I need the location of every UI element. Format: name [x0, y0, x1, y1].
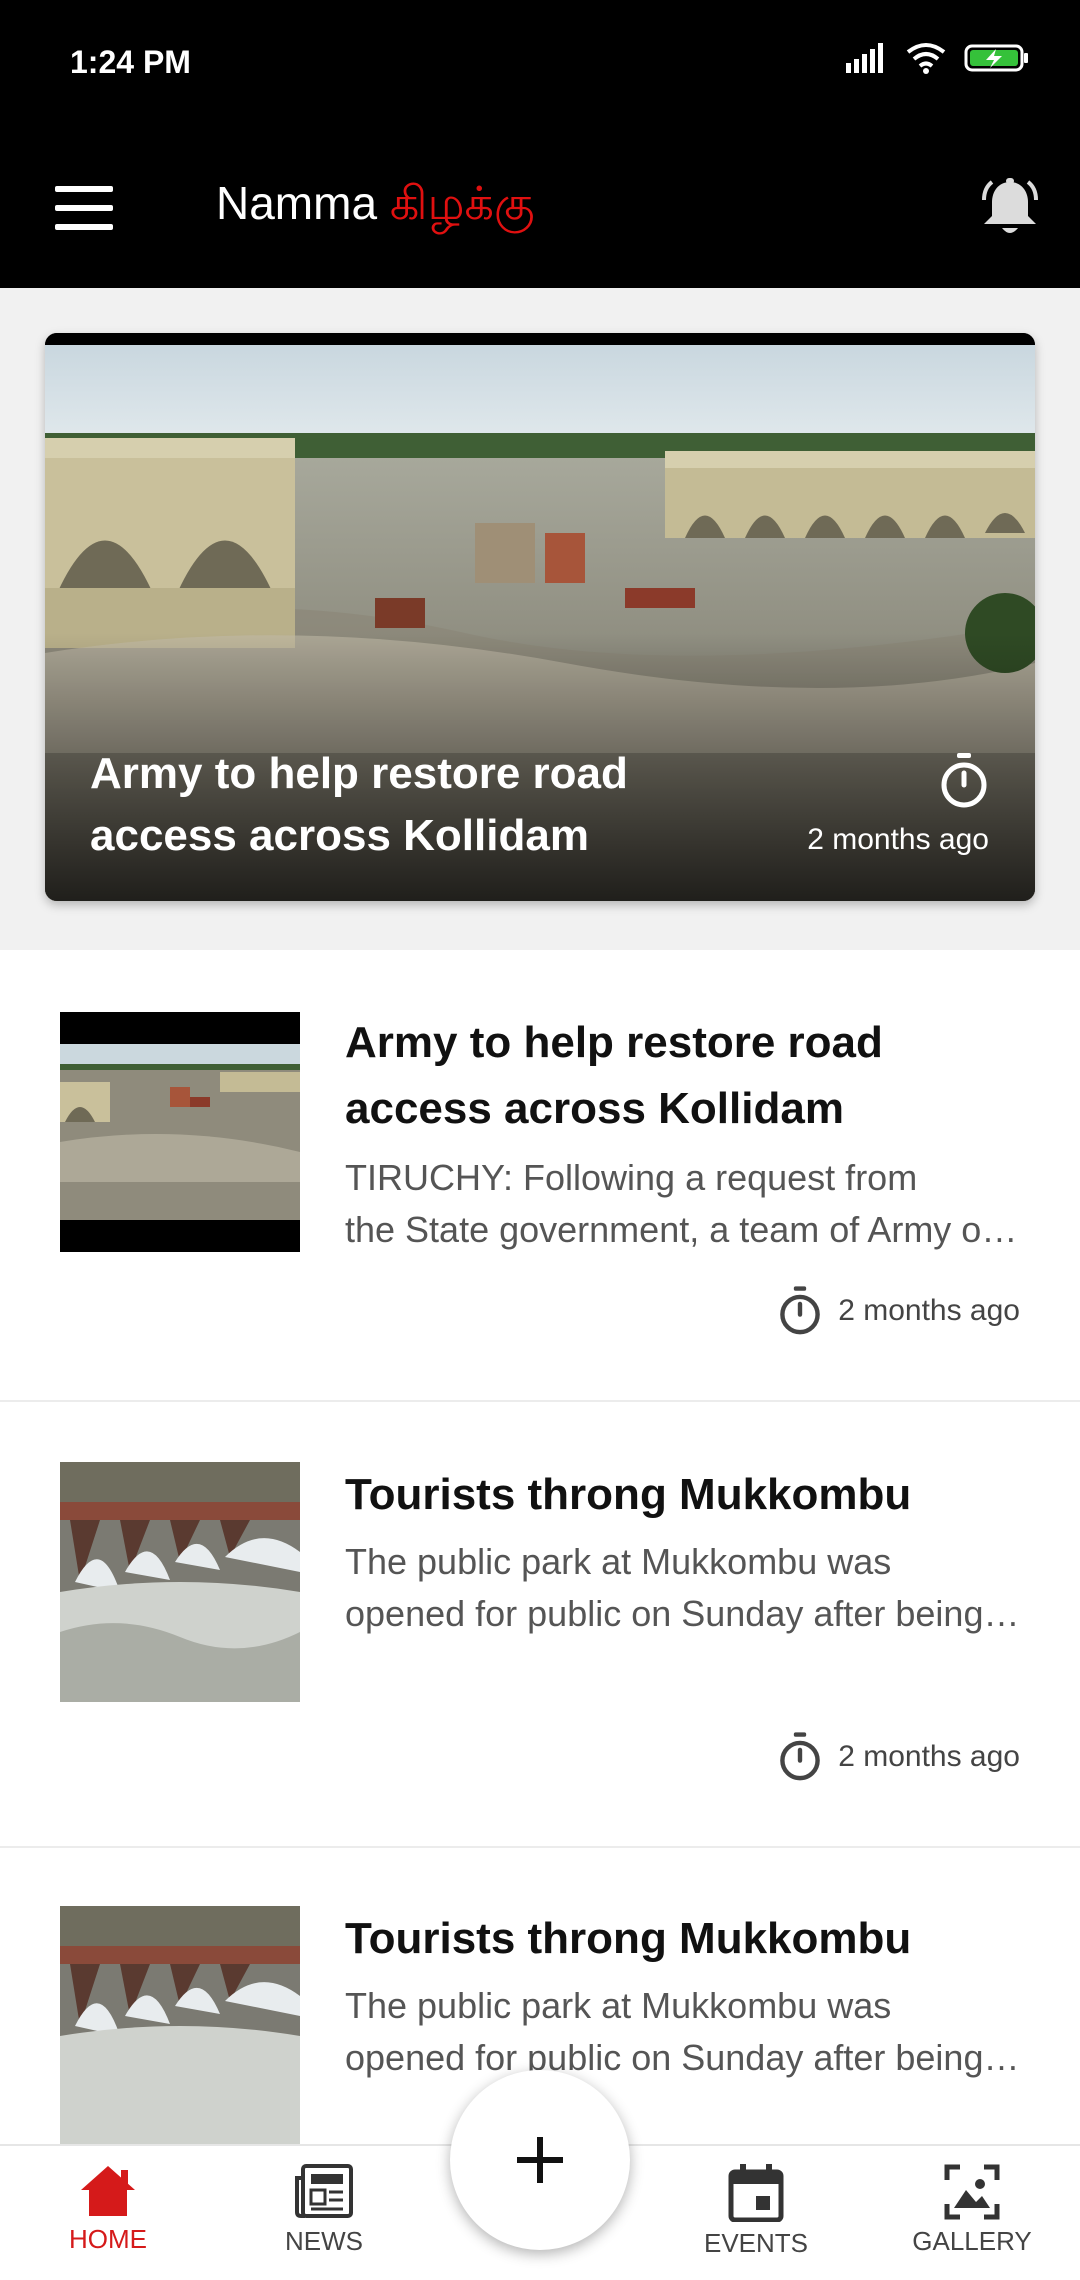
bell-icon — [982, 178, 1038, 233]
news-time: 2 months ago — [778, 1732, 1020, 1782]
list-item[interactable]: Army to help restore road access across … — [0, 950, 1080, 1402]
news-title: Tourists throng Mukkombu — [345, 1914, 912, 1963]
nav-label-home: HOME — [69, 2224, 147, 2254]
screen: 1:24 PM Namma கிழக்கு Army to help resto… — [0, 0, 1080, 2280]
nav-label-events: EVENTS — [703, 2228, 809, 2258]
news-title: Tourists throng Mukkombu — [345, 1470, 912, 1519]
app-title-prefix: Namma — [216, 177, 390, 229]
featured-card[interactable]: Army to help restore road access across … — [45, 333, 1035, 901]
news-thumbnail — [60, 1462, 300, 1702]
newspaper-icon — [295, 2164, 353, 2218]
signal-icon — [846, 43, 883, 73]
news-thumbnail — [60, 1906, 300, 2146]
stopwatch-icon — [941, 753, 987, 808]
status-icons — [846, 42, 1030, 74]
news-summary-line-2: the State government, a team of Army off… — [345, 1209, 1025, 1250]
app-title-accent: கிழக்கு — [389, 177, 535, 229]
news-summary: TIRUCHY: Following a request from the St… — [345, 1152, 1025, 1256]
plus-icon — [517, 2137, 563, 2183]
nav-item-gallery[interactable]: GALLERY — [882, 2164, 1062, 2274]
featured-section: Army to help restore road access across … — [0, 288, 1080, 950]
stopwatch-icon — [780, 1286, 821, 1335]
nav-label-news: NEWS — [285, 2226, 363, 2256]
status-time: 1:24 PM — [70, 44, 191, 80]
hamburger-menu-icon — [55, 186, 113, 230]
news-time-label: 2 months ago — [838, 1294, 1020, 1327]
wifi-icon — [906, 43, 946, 74]
stopwatch-icon — [780, 1732, 821, 1781]
home-icon — [81, 2166, 135, 2216]
nav-label-gallery: GALLERY — [912, 2226, 1032, 2256]
news-summary: The public park at Mukkombu was opened f… — [345, 1980, 1025, 2084]
gallery-icon — [944, 2164, 1000, 2220]
thumbnail-image — [60, 1462, 300, 1702]
news-time-label: 2 months ago — [838, 1740, 1020, 1773]
featured-time: 2 months ago — [807, 823, 989, 856]
news-summary-line-1: TIRUCHY: Following a request from — [345, 1157, 918, 1198]
news-thumbnail — [60, 1012, 300, 1252]
news-summary: The public park at Mukkombu was opened f… — [345, 1536, 1025, 1640]
nav-item-news[interactable]: NEWS — [234, 2164, 414, 2274]
notification-button[interactable] — [970, 168, 1050, 248]
nav-item-home[interactable]: HOME — [18, 2164, 198, 2274]
list-item[interactable]: Tourists throng Mukkombu The public park… — [0, 1402, 1080, 1848]
app-bar: Namma கிழக்கு — [0, 128, 1080, 288]
news-summary-line-1: The public park at Mukkombu was — [345, 1541, 892, 1582]
thumbnail-image — [60, 1906, 300, 2146]
battery-charging-icon — [964, 44, 1028, 72]
add-fab-button[interactable] — [450, 2070, 630, 2250]
menu-button[interactable] — [40, 170, 128, 246]
featured-title: Army to help restore road access across … — [90, 749, 628, 860]
news-summary-line-2: opened for public on Sunday after being … — [345, 1593, 1025, 1634]
featured-top-strip — [45, 333, 1035, 345]
news-time: 2 months ago — [778, 1286, 1020, 1336]
thumbnail-image — [60, 1012, 300, 1252]
app-title: Namma கிழக்கு — [216, 176, 535, 237]
news-title: Army to help restore road access across … — [345, 1018, 883, 1133]
news-summary-line-2: opened for public on Sunday after being … — [345, 2037, 1025, 2078]
news-summary-line-1: The public park at Mukkombu was — [345, 1985, 892, 2026]
calendar-icon — [728, 2164, 784, 2222]
nav-item-events[interactable]: EVENTS — [666, 2164, 846, 2274]
status-bar: 1:24 PM — [0, 0, 1080, 128]
